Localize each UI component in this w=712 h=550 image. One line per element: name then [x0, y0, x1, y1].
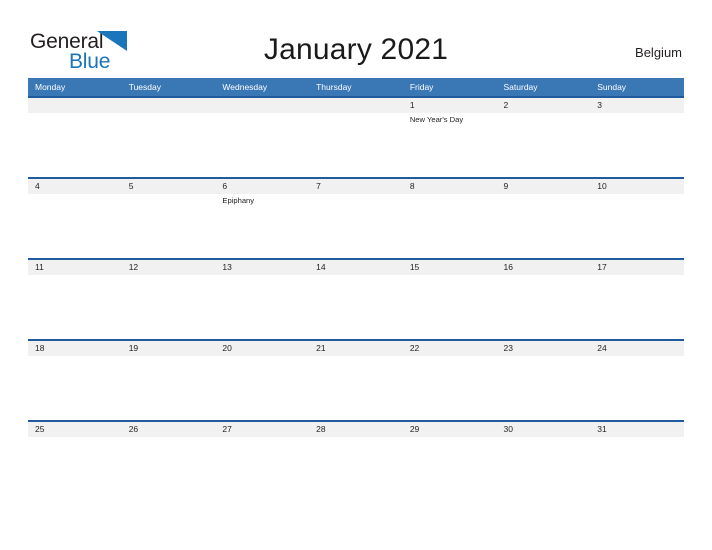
- day-cell[interactable]: [497, 194, 591, 258]
- week-event-band: [28, 356, 684, 420]
- day-number[interactable]: 4: [28, 179, 122, 194]
- event-label: Epiphany: [222, 196, 255, 205]
- day-number[interactable]: 30: [497, 422, 591, 437]
- day-number[interactable]: 5: [122, 179, 216, 194]
- weekday-header-tuesday: Tuesday: [128, 82, 161, 92]
- day-cell[interactable]: [309, 275, 403, 339]
- day-cell[interactable]: [28, 437, 122, 501]
- day-cell[interactable]: [497, 356, 591, 420]
- day-number[interactable]: 31: [590, 422, 684, 437]
- week-date-band: 11 12 13 14 15 16 17: [28, 260, 684, 275]
- day-number[interactable]: [122, 98, 216, 113]
- weekday-header-row: Monday Tuesday Wednesday Thursday Friday…: [28, 78, 684, 96]
- day-number[interactable]: 28: [309, 422, 403, 437]
- weekday-header-friday: Friday: [409, 82, 434, 92]
- day-number[interactable]: 24: [590, 341, 684, 356]
- calendar-grid: Monday Tuesday Wednesday Thursday Friday…: [28, 78, 684, 501]
- page-title: January 2021: [263, 33, 449, 66]
- day-cell[interactable]: New Year's Day: [403, 113, 497, 177]
- day-cell[interactable]: [28, 275, 122, 339]
- day-cell[interactable]: [590, 275, 684, 339]
- week-event-band: [28, 437, 684, 501]
- day-cell[interactable]: [28, 356, 122, 420]
- day-number[interactable]: 18: [28, 341, 122, 356]
- day-cell[interactable]: [28, 194, 122, 258]
- day-number[interactable]: [28, 98, 122, 113]
- day-number[interactable]: [215, 98, 310, 113]
- day-cell[interactable]: [122, 194, 216, 258]
- day-number[interactable]: 14: [309, 260, 403, 275]
- day-number[interactable]: [309, 98, 403, 113]
- week-event-band: New Year's Day: [28, 113, 684, 177]
- day-cell[interactable]: [497, 275, 591, 339]
- day-number[interactable]: 15: [403, 260, 497, 275]
- day-cell[interactable]: [309, 356, 403, 420]
- day-number[interactable]: 2: [497, 98, 591, 113]
- day-number[interactable]: 25: [28, 422, 122, 437]
- week-date-band: 4 5 6 7 8 9 10: [28, 179, 684, 194]
- day-number[interactable]: 20: [215, 341, 310, 356]
- day-cell[interactable]: Epiphany: [215, 194, 310, 258]
- day-number[interactable]: 7: [309, 179, 403, 194]
- page-header: General Blue January 2021 Belgium: [0, 0, 712, 78]
- day-cell[interactable]: [309, 194, 403, 258]
- day-cell[interactable]: [497, 113, 591, 177]
- day-cell[interactable]: [403, 356, 497, 420]
- day-number[interactable]: 21: [309, 341, 403, 356]
- day-cell[interactable]: [122, 113, 216, 177]
- day-number[interactable]: 26: [122, 422, 216, 437]
- day-cell[interactable]: [497, 437, 591, 501]
- day-cell[interactable]: [122, 437, 216, 501]
- day-cell[interactable]: [403, 437, 497, 501]
- day-number[interactable]: 9: [497, 179, 591, 194]
- region-label: Belgium: [635, 45, 682, 60]
- week-event-band: Epiphany: [28, 194, 684, 258]
- day-cell[interactable]: [590, 113, 684, 177]
- day-cell[interactable]: [403, 194, 497, 258]
- day-cell[interactable]: [309, 437, 403, 501]
- day-number[interactable]: 6: [215, 179, 310, 194]
- day-number[interactable]: 8: [403, 179, 497, 194]
- weekday-header-thursday: Thursday: [316, 82, 352, 92]
- day-number[interactable]: 10: [590, 179, 684, 194]
- day-cell[interactable]: [309, 113, 403, 177]
- day-number[interactable]: 22: [403, 341, 497, 356]
- week-date-band: 18 19 20 21 22 23 24: [28, 341, 684, 356]
- day-cell[interactable]: [215, 356, 310, 420]
- day-number[interactable]: 23: [497, 341, 591, 356]
- day-number[interactable]: 11: [28, 260, 122, 275]
- week-event-band: [28, 275, 684, 339]
- day-number[interactable]: 3: [590, 98, 684, 113]
- day-number[interactable]: 12: [122, 260, 216, 275]
- day-cell[interactable]: [403, 275, 497, 339]
- weekday-header-saturday: Saturday: [503, 82, 538, 92]
- day-cell[interactable]: [215, 437, 310, 501]
- week-date-band: 25 26 27 28 29 30 31: [28, 422, 684, 437]
- day-cell[interactable]: [215, 275, 310, 339]
- day-number[interactable]: 19: [122, 341, 216, 356]
- day-number[interactable]: 17: [590, 260, 684, 275]
- day-number[interactable]: 27: [215, 422, 310, 437]
- day-cell[interactable]: [590, 356, 684, 420]
- day-number[interactable]: 13: [215, 260, 310, 275]
- week-row: 11 12 13 14 15 16 17: [28, 258, 684, 339]
- day-cell[interactable]: [215, 113, 310, 177]
- day-number[interactable]: 29: [403, 422, 497, 437]
- week-row: 4 5 6 7 8 9 10 Epiphany: [28, 177, 684, 258]
- weekday-header-monday: Monday: [35, 82, 66, 92]
- week-date-band: 1 2 3: [28, 98, 684, 113]
- day-cell[interactable]: [28, 113, 122, 177]
- weekday-header-wednesday: Wednesday: [222, 82, 268, 92]
- weekday-header-sunday: Sunday: [597, 82, 627, 92]
- week-row: 25 26 27 28 29 30 31: [28, 420, 684, 501]
- day-cell[interactable]: [122, 356, 216, 420]
- week-row: 1 2 3 New Year's Day: [28, 96, 684, 177]
- day-cell[interactable]: [590, 437, 684, 501]
- week-row: 18 19 20 21 22 23 24: [28, 339, 684, 420]
- event-label: New Year's Day: [409, 115, 464, 124]
- day-cell[interactable]: [122, 275, 216, 339]
- day-number[interactable]: 1: [403, 98, 497, 113]
- day-cell[interactable]: [590, 194, 684, 258]
- day-number[interactable]: 16: [497, 260, 591, 275]
